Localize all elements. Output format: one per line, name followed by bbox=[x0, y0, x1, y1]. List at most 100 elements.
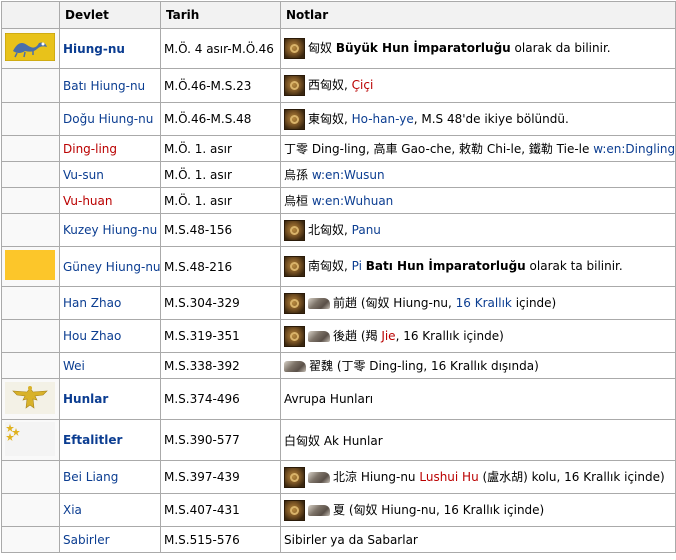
date-cell: M.S.48-216 bbox=[160, 246, 281, 287]
note-link[interactable]: 16 Krallık bbox=[456, 296, 512, 310]
state-name-cell: Ding-ling bbox=[59, 135, 161, 162]
state-link[interactable]: Hunlar bbox=[63, 392, 108, 406]
state-link[interactable]: Ding-ling bbox=[63, 142, 117, 156]
table-row: Hou Zhao M.S.319-351 後趙 (羯 Jie, 16 Krall… bbox=[1, 319, 676, 353]
eagle-flag-icon[interactable] bbox=[5, 381, 55, 414]
state-link[interactable]: Vu-huan bbox=[63, 194, 113, 208]
date-cell: M.Ö. 1. asır bbox=[160, 135, 281, 162]
state-link[interactable]: Wei bbox=[63, 359, 85, 373]
state-link[interactable]: Xia bbox=[63, 503, 82, 517]
flag-cell bbox=[1, 161, 60, 188]
flag-cell bbox=[1, 319, 60, 353]
state-name-cell: Doğu Hiung-nu bbox=[59, 102, 161, 136]
notes-cell: 前趙 (匈奴 Hiung-nu, 16 Krallık içinde) bbox=[280, 286, 676, 320]
table-row: Hunlar M.S.374-496 Avrupa Hunları bbox=[1, 378, 676, 420]
state-link[interactable]: Batı Hiung-nu bbox=[63, 79, 145, 93]
horse-icon[interactable] bbox=[308, 297, 330, 309]
yellow-flag-icon[interactable] bbox=[5, 250, 55, 280]
header-flag bbox=[1, 1, 60, 29]
notes-cell: 後趙 (羯 Jie, 16 Krallık içinde) bbox=[280, 319, 676, 353]
dragon-flag-icon[interactable] bbox=[4, 32, 56, 62]
note-link[interactable]: Lushui Hu bbox=[419, 470, 478, 484]
coin-icon[interactable] bbox=[284, 256, 305, 277]
table-row: Sabirler M.S.515-576 Sibirler ya da Saba… bbox=[1, 526, 676, 553]
stars-flag-icon[interactable] bbox=[5, 421, 55, 456]
table-header-row: Devlet Tarih Notlar bbox=[1, 1, 676, 29]
date-cell: M.S.397-439 bbox=[160, 460, 281, 494]
table-row: Batı Hiung-nu M.Ö.46-M.S.23 西匈奴, Çiçi bbox=[1, 68, 676, 103]
notes-cell: 東匈奴, Ho-han-ye, M.S 48'de ikiye bölündü. bbox=[280, 102, 676, 136]
flag-cell bbox=[1, 213, 60, 247]
horse-icon[interactable] bbox=[308, 504, 330, 516]
note-link[interactable]: Pi bbox=[352, 259, 362, 273]
note-link[interactable]: w:en:Wuhuan bbox=[312, 194, 393, 208]
coin-icon[interactable] bbox=[284, 466, 305, 488]
date-cell: M.S.407-431 bbox=[160, 493, 281, 527]
state-name-cell: Vu-sun bbox=[59, 161, 161, 188]
state-name-cell: Hunlar bbox=[59, 378, 161, 420]
coin-icon[interactable] bbox=[284, 325, 305, 347]
note-link[interactable]: Jie bbox=[381, 329, 395, 343]
date-cell: M.Ö. 4 asır-M.Ö.46 bbox=[160, 28, 281, 69]
state-link[interactable]: Doğu Hiung-nu bbox=[63, 112, 153, 126]
state-name-cell: Hou Zhao bbox=[59, 319, 161, 353]
state-link[interactable]: Vu-sun bbox=[63, 168, 104, 182]
coin-icon[interactable] bbox=[284, 219, 305, 241]
flag-cell bbox=[1, 187, 60, 214]
state-name-cell: Batı Hiung-nu bbox=[59, 68, 161, 103]
notes-cell: 匈奴 Büyük Hun İmparatorluğu olarak da bil… bbox=[280, 28, 676, 69]
state-link[interactable]: Hiung-nu bbox=[63, 42, 125, 56]
state-name-cell: Hiung-nu bbox=[59, 28, 161, 69]
flag-cell bbox=[1, 28, 60, 69]
state-link[interactable]: Sabirler bbox=[63, 533, 110, 547]
state-name-cell: Sabirler bbox=[59, 526, 161, 553]
states-table: Devlet Tarih Notlar Hiung-nu M.Ö. 4 asır… bbox=[1, 1, 676, 553]
horse-icon[interactable] bbox=[284, 361, 306, 372]
header-notlar: Notlar bbox=[280, 1, 676, 29]
coin-icon[interactable] bbox=[284, 108, 305, 130]
state-name-cell: Wei bbox=[59, 352, 161, 379]
flag-cell bbox=[1, 68, 60, 103]
table-row: Bei Liang M.S.397-439 北涼 Hiung-nu Lushui… bbox=[1, 460, 676, 494]
notes-cell: Sibirler ya da Sabarlar bbox=[280, 526, 676, 553]
table-row: Güney Hiung-nu M.S.48-216 南匈奴, Pi Batı H… bbox=[1, 246, 676, 287]
state-name-cell: Vu-huan bbox=[59, 187, 161, 214]
note-link[interactable]: Panu bbox=[352, 223, 381, 237]
notes-cell: 北匈奴, Panu bbox=[280, 213, 676, 247]
date-cell: M.Ö. 1. asır bbox=[160, 187, 281, 214]
flag-cell bbox=[1, 460, 60, 494]
notes-cell: Avrupa Hunları bbox=[280, 378, 676, 420]
date-cell: M.S.48-156 bbox=[160, 213, 281, 247]
table-row: Doğu Hiung-nu M.Ö.46-M.S.48 東匈奴, Ho-han-… bbox=[1, 102, 676, 136]
state-link[interactable]: Eftalitler bbox=[63, 433, 122, 447]
flag-cell bbox=[1, 286, 60, 320]
state-link[interactable]: Kuzey Hiung-nu bbox=[63, 223, 157, 237]
note-link[interactable]: Çiçi bbox=[352, 78, 374, 92]
horse-icon[interactable] bbox=[308, 471, 330, 483]
coin-icon[interactable] bbox=[284, 499, 305, 521]
date-cell: M.Ö.46-M.S.48 bbox=[160, 102, 281, 136]
state-link[interactable]: Bei Liang bbox=[63, 470, 118, 484]
date-cell: M.S.390-577 bbox=[160, 419, 281, 461]
state-link[interactable]: Güney Hiung-nu bbox=[63, 260, 160, 274]
note-link[interactable]: Ho-han-ye bbox=[352, 112, 414, 126]
header-tarih: Tarih bbox=[160, 1, 281, 29]
state-name-cell: Güney Hiung-nu bbox=[59, 246, 161, 287]
date-cell: M.Ö. 1. asır bbox=[160, 161, 281, 188]
coin-icon[interactable] bbox=[284, 38, 305, 59]
state-link[interactable]: Hou Zhao bbox=[63, 329, 121, 343]
note-link[interactable]: w:en:Wusun bbox=[312, 168, 385, 182]
state-name-cell: Kuzey Hiung-nu bbox=[59, 213, 161, 247]
horse-icon[interactable] bbox=[308, 330, 330, 342]
state-link[interactable]: Han Zhao bbox=[63, 296, 121, 310]
state-name-cell: Bei Liang bbox=[59, 460, 161, 494]
coin-icon[interactable] bbox=[284, 292, 305, 314]
date-cell: M.S.304-329 bbox=[160, 286, 281, 320]
flag-cell bbox=[1, 246, 60, 287]
flag-cell bbox=[1, 102, 60, 136]
flag-cell bbox=[1, 526, 60, 553]
coin-icon[interactable] bbox=[284, 75, 305, 96]
table-row: Wei M.S.338-392 翟魏 (丁零 Ding-ling, 16 Kra… bbox=[1, 352, 676, 379]
note-link[interactable]: w:en:Dingling bbox=[593, 142, 674, 156]
table-row: Eftalitler M.S.390-577 白匈奴 Ak Hunlar bbox=[1, 419, 676, 461]
